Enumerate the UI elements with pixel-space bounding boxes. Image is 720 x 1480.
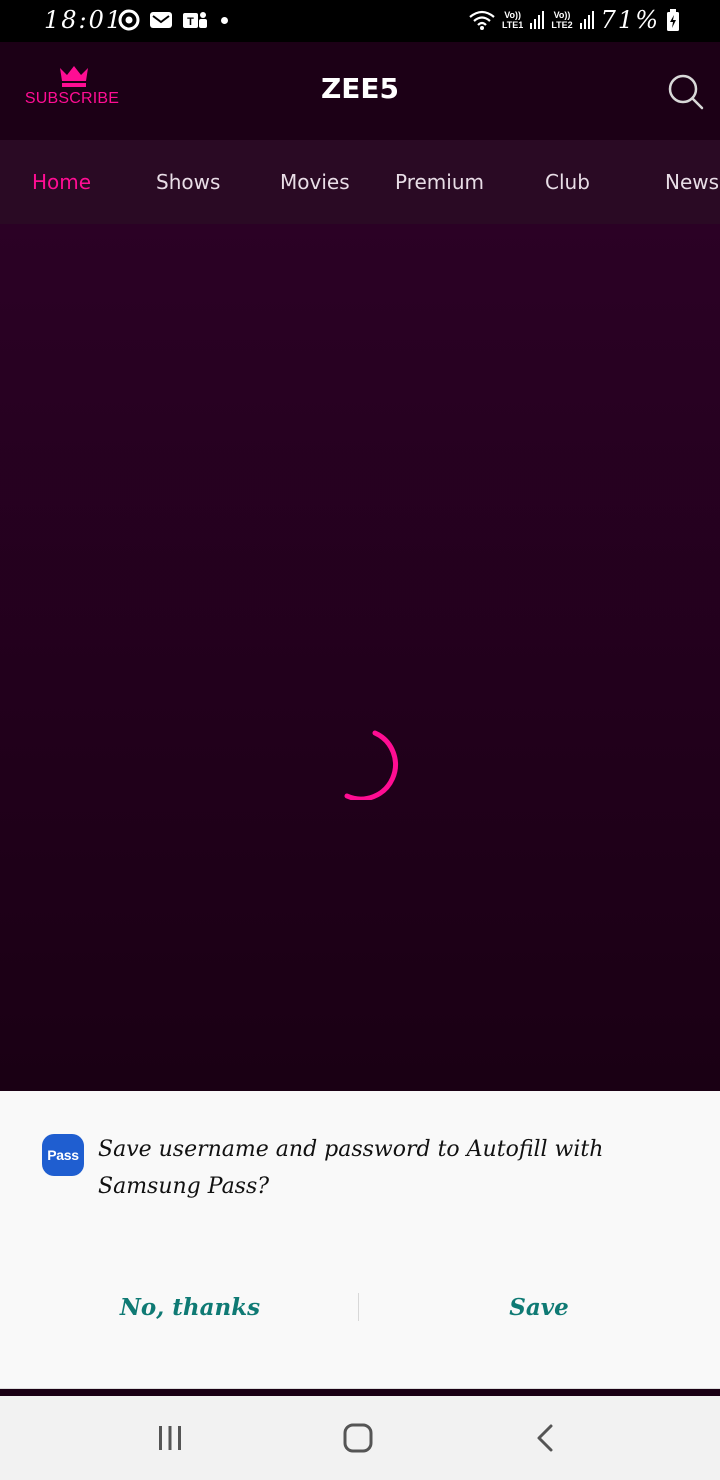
battery-percent: 71% [600, 6, 660, 34]
tab-shows[interactable]: Shows [156, 170, 220, 194]
search-icon [668, 74, 704, 110]
home-icon [343, 1423, 373, 1453]
mail-icon [150, 12, 172, 28]
main-content [0, 224, 720, 1091]
recents-button[interactable] [148, 1418, 192, 1458]
system-status-icons: Vo)) LTE1 Vo)) LTE2 71% [468, 6, 680, 34]
content-edge [0, 1389, 720, 1396]
samsung-pass-dialog: Pass Save username and password to Autof… [0, 1091, 720, 1389]
tab-news[interactable]: News [665, 170, 719, 194]
pass-message: Save username and password to Autofill w… [98, 1137, 604, 1199]
app-header: SUBSCRIBE ZEE5 [0, 42, 720, 140]
pass-button-row: No, thanks Save [0, 1279, 720, 1335]
tab-premium[interactable]: Premium [395, 170, 484, 194]
chrome-icon [118, 9, 140, 31]
status-bar: 18:01 T Vo)) LTE1 Vo)) LTE2 71% [0, 0, 720, 42]
sim1-indicator: Vo)) LTE1 [501, 10, 524, 30]
system-nav-bar [0, 1396, 720, 1480]
teams-icon: T [183, 12, 207, 28]
samsung-pass-logo: Pass [42, 1134, 84, 1176]
crown-icon [60, 66, 88, 87]
spinner-icon [344, 730, 398, 800]
no-thanks-button[interactable]: No, thanks [22, 1279, 358, 1335]
search-button[interactable] [666, 72, 706, 112]
subscribe-button[interactable]: SUBSCRIBE [25, 64, 120, 120]
status-time: 18:01 [44, 6, 124, 34]
more-notifications-dot [221, 16, 228, 24]
recents-icon [159, 1426, 181, 1450]
tab-club[interactable]: Club [545, 170, 590, 194]
category-tabs: Home Shows Movies Premium Club News [0, 140, 720, 224]
home-button[interactable] [336, 1418, 380, 1458]
tab-movies[interactable]: Movies [280, 170, 350, 194]
save-button[interactable]: Save [360, 1279, 718, 1335]
wifi-icon [469, 10, 495, 30]
tab-home[interactable]: Home [32, 170, 91, 194]
subscribe-label: SUBSCRIBE [24, 90, 120, 107]
button-divider [358, 1293, 359, 1321]
signal-icon [530, 11, 545, 29]
svg-text:T: T [187, 16, 194, 28]
battery-icon [667, 9, 679, 31]
sim2-indicator: Vo)) LTE2 [551, 10, 573, 30]
notification-icons: T [118, 9, 228, 31]
back-icon [537, 1424, 553, 1452]
signal-icon [579, 11, 594, 29]
back-button[interactable] [524, 1418, 568, 1458]
